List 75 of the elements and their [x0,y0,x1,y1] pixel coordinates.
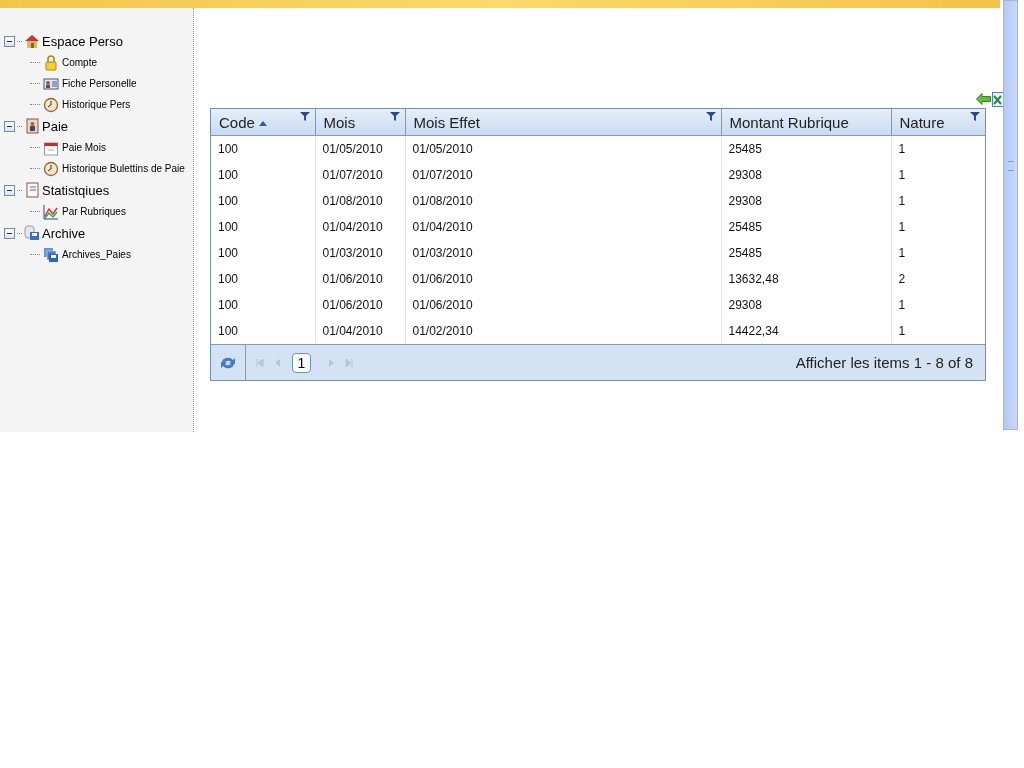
filter-icon[interactable] [705,112,716,121]
table-cell: 29308 [721,162,891,188]
table-cell: 1 [891,188,985,214]
table-cell: 1 [891,318,985,344]
table-cell: 100 [211,292,315,318]
tree-item[interactable]: Historique Pers [62,99,131,110]
clock-icon [43,96,59,113]
table-cell: 01/07/2010 [315,162,405,188]
table-cell: 1 [891,292,985,318]
tree-item[interactable]: Fiche Personelle [62,78,137,89]
tree-item[interactable]: Archives_Paies [62,249,131,260]
filter-icon[interactable] [299,112,310,121]
table-cell: 01/06/2010 [315,266,405,292]
column-header[interactable]: Mois Effet [405,109,721,136]
table-cell: 25485 [721,240,891,266]
table-cell: 100 [211,240,315,266]
filter-icon[interactable] [389,112,400,121]
tree-node[interactable]: Espace Perso [42,33,123,49]
tree-node[interactable]: Paie [42,118,69,134]
tree-node[interactable]: Archive [42,225,86,241]
table-cell: 01/04/2010 [405,214,721,240]
back-arrow-icon[interactable] [976,93,991,105]
table-cell: 01/08/2010 [315,188,405,214]
table-cell: 100 [211,266,315,292]
table-cell: 1 [891,240,985,266]
table-cell: 01/03/2010 [315,240,405,266]
collapse-toggle[interactable] [4,227,15,239]
filter-icon[interactable] [970,112,980,121]
scrollbar[interactable] [1003,0,1018,430]
tree-item[interactable]: Par Rubriques [62,206,126,217]
lock-icon [43,54,59,71]
chart-icon [43,203,59,220]
tree-item[interactable]: Historique Bulettins de Paie [62,163,185,174]
collapse-toggle[interactable] [4,184,15,196]
table-cell: 01/05/2010 [315,135,405,162]
table-cell: 25485 [721,135,891,162]
table-cell: 01/06/2010 [405,266,721,292]
tree-node[interactable]: Statistqiues [42,182,110,198]
table-cell: 01/06/2010 [405,292,721,318]
table-cell: 100 [211,162,315,188]
collapse-toggle[interactable] [4,120,15,132]
table-cell: 2 [891,266,985,292]
column-header[interactable]: Code [211,109,315,136]
page-button[interactable]: 1 [292,352,311,373]
table-cell: 1 [891,135,985,162]
column-header[interactable]: Mois [315,109,405,136]
house-icon [24,33,40,49]
calendar-icon [43,139,59,156]
collapse-toggle[interactable] [4,35,15,47]
column-header[interactable]: Montant Rubrique [721,109,891,136]
table-cell: 01/04/2010 [315,214,405,240]
card-icon [43,75,59,92]
tree-item[interactable]: Paie Mois [62,142,106,153]
disks-icon [43,246,59,263]
doc-icon [24,182,40,198]
table-cell: 1 [891,162,985,188]
table-cell: 01/06/2010 [315,292,405,318]
table-cell: 100 [211,188,315,214]
book-icon [24,118,40,134]
table-cell: 29308 [721,188,891,214]
table-cell: 100 [211,214,315,240]
pager-summary: Afficher les items 1 - 8 of 8 [795,354,973,371]
table-cell: 1 [891,214,985,240]
table-cell: 13632,48 [721,266,891,292]
table-cell: 01/05/2010 [405,135,721,162]
table-cell: 01/03/2010 [405,240,721,266]
clock-icon [43,160,59,177]
disk-icon [24,225,40,241]
table-cell: 25485 [721,214,891,240]
table-cell: 100 [211,135,315,162]
table-cell: 01/07/2010 [405,162,721,188]
table-cell: 01/08/2010 [405,188,721,214]
tree-item[interactable]: Compte [62,57,97,68]
column-header[interactable]: Nature [891,109,985,136]
table-cell: 29308 [721,292,891,318]
